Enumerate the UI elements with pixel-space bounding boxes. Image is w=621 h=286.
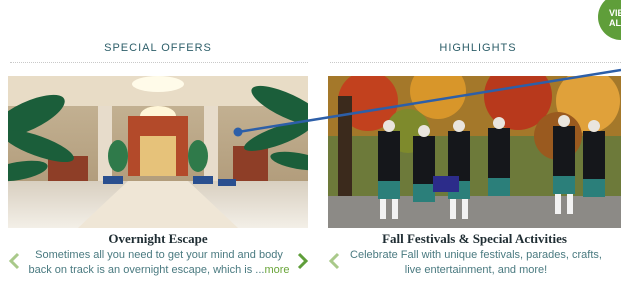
fall-festivals-heading[interactable]: Fall Festivals & Special Activities [328, 231, 621, 247]
chevron-right-icon[interactable] [297, 252, 309, 270]
description-text: Sometimes all you need to get your mind … [28, 249, 283, 276]
fall-festivals-description: Celebrate Fall with unique festivals, pa… [350, 249, 602, 276]
overnight-escape-heading[interactable]: Overnight Escape [8, 231, 308, 247]
chevron-left-icon[interactable] [328, 252, 340, 270]
more-link[interactable]: more [264, 264, 289, 276]
overnight-escape-description: Sometimes all you need to get your mind … [24, 248, 294, 278]
chevron-left-icon[interactable] [8, 252, 20, 270]
